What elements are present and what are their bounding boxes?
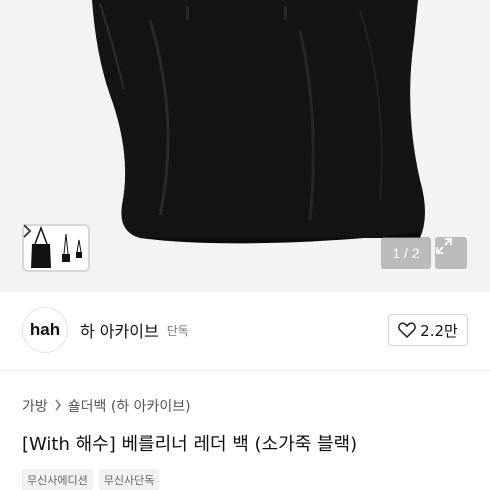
thumbnail-bag-image[interactable] (22, 224, 90, 272)
exclusive-badge: 단독 (166, 323, 189, 338)
brand-name[interactable]: 하 아카이브 (80, 318, 159, 342)
thumbnail-strip (22, 224, 114, 272)
tag-musinsa-exclusive: 무신사단독 (98, 469, 160, 490)
heart-icon (398, 322, 417, 338)
brand-logo[interactable]: hah (22, 307, 68, 353)
like-count: 2.2만 (420, 321, 458, 340)
breadcrumb: 가방 숄더백 (하 아카이브) (22, 396, 191, 416)
chevron-right-icon[interactable] (23, 224, 114, 272)
product-image-gallery[interactable]: 1 / 2 (0, 0, 490, 292)
breadcrumb-item[interactable]: 가방 (22, 396, 48, 416)
product-title: [With 해수] 베를리너 레더 백 (소가죽 블랙) (22, 434, 358, 455)
divider (0, 370, 490, 371)
product-tags: 무신사에디션 무신사단독 (22, 469, 160, 490)
brand-row: hah 하 아카이브 단독 2.2만 (0, 302, 490, 358)
chevron-right-icon (54, 399, 62, 414)
thumbnail-bag-icon (31, 226, 82, 268)
tag-musinsa-edition: 무신사에디션 (22, 469, 93, 490)
expand-icon[interactable] (435, 237, 467, 269)
like-button[interactable]: 2.2만 (388, 314, 468, 346)
breadcrumb-item[interactable]: 숄더백 (하 아카이브) (68, 396, 191, 416)
image-pager: 1 / 2 (381, 237, 431, 269)
